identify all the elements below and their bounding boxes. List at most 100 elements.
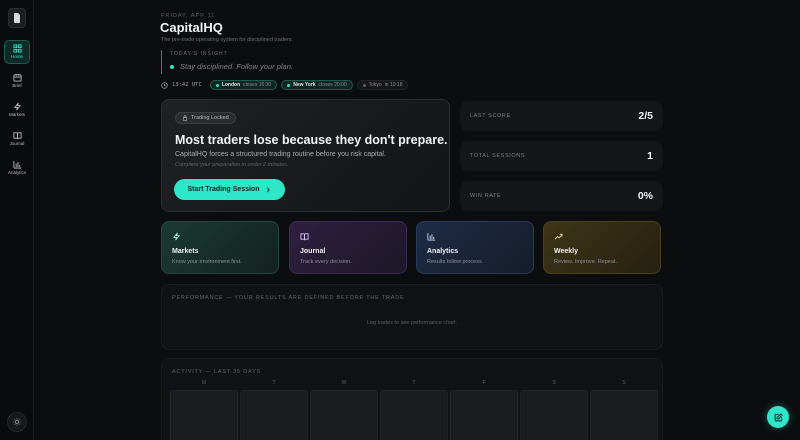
market-status: in 10:18 bbox=[384, 82, 403, 88]
activity-weekday-labels: M T W T F S S bbox=[170, 380, 658, 386]
activity-grid bbox=[170, 390, 658, 440]
performance-panel: PERFORMANCE — YOUR RESULTS ARE DEFINED B… bbox=[161, 284, 663, 350]
edit-icon bbox=[774, 412, 783, 421]
sidebar-item-label: Markets bbox=[8, 112, 25, 118]
chevron-right-icon bbox=[267, 187, 271, 192]
status-dot bbox=[215, 83, 219, 87]
lock-icon bbox=[182, 115, 188, 121]
trading-locked-badge: Trading Locked bbox=[175, 112, 236, 124]
sidebar-item-label: Brief bbox=[12, 83, 22, 89]
sidebar-item-brief[interactable]: Brief bbox=[4, 69, 30, 93]
sidebar-item-label: Home bbox=[10, 54, 23, 60]
feature-description: Review. Improve. Repeat. bbox=[554, 259, 617, 265]
bolt-icon bbox=[172, 232, 181, 241]
page-title: CapitalHQ bbox=[160, 20, 223, 35]
market-status: closes 20:00 bbox=[318, 82, 347, 88]
book-icon bbox=[12, 132, 22, 140]
stat-label: WIN RATE bbox=[470, 193, 502, 199]
weekday-label: M bbox=[201, 380, 207, 386]
feature-card-analytics[interactable]: Analytics Results follow process. bbox=[416, 221, 534, 274]
activity-panel: ACTIVITY — LAST 35 DAYS M T W T F S S bbox=[161, 358, 663, 440]
stat-label: TOTAL SESSIONS bbox=[470, 153, 526, 159]
grid-icon bbox=[12, 44, 22, 53]
stat-last-score: LAST SCORE 2/5 bbox=[460, 101, 663, 131]
theme-toggle-button[interactable] bbox=[7, 412, 27, 432]
sidebar-item-analytics[interactable]: Analytics bbox=[4, 156, 30, 180]
performance-title: PERFORMANCE — YOUR RESULTS ARE DEFINED B… bbox=[172, 295, 405, 301]
market-sessions: 13:42 UTC London closes 16:30 New York c… bbox=[161, 80, 409, 90]
feature-title: Analytics bbox=[427, 248, 459, 255]
hero-note: Complete your preparation in under 2 min… bbox=[175, 162, 289, 168]
market-status: closes 16:30 bbox=[243, 82, 272, 88]
feature-title: Markets bbox=[172, 248, 199, 255]
feature-title: Journal bbox=[300, 248, 326, 255]
feature-card-markets[interactable]: Markets Know your environment first. bbox=[161, 221, 279, 274]
market-name: Tokyo bbox=[368, 82, 382, 88]
bolt-icon bbox=[13, 102, 21, 111]
weekday-label: S bbox=[552, 380, 556, 386]
weekday-label: W bbox=[341, 380, 347, 386]
bar-chart-icon bbox=[12, 161, 21, 169]
clock-icon bbox=[161, 81, 168, 89]
stat-value: 1 bbox=[647, 150, 653, 162]
weekday-label: T bbox=[272, 380, 276, 386]
sidebar-item-label: Analytics bbox=[7, 170, 26, 176]
activity-cell bbox=[240, 390, 308, 440]
insight-label: TODAY'S INSIGHT bbox=[170, 51, 228, 57]
activity-cell bbox=[590, 390, 658, 440]
market-pill-tokyo[interactable]: Tokyo in 10:18 bbox=[356, 80, 409, 90]
market-pill-new-york[interactable]: New York closes 20:00 bbox=[281, 80, 353, 90]
sidebar-item-markets[interactable]: Markets bbox=[4, 98, 30, 122]
activity-cell bbox=[380, 390, 448, 440]
market-pill-london[interactable]: London closes 16:30 bbox=[209, 80, 278, 90]
insight-text: Stay disciplined. Follow your plan. bbox=[180, 62, 293, 71]
performance-empty-state: Log trades to see performance chart. bbox=[366, 320, 458, 326]
market-name: New York bbox=[293, 82, 316, 88]
sidebar-item-home[interactable]: Home bbox=[4, 40, 30, 64]
insight-dot bbox=[170, 64, 174, 69]
todays-insight: TODAY'S INSIGHT Stay disciplined. Follow… bbox=[161, 50, 293, 74]
app-logo[interactable] bbox=[8, 8, 26, 28]
activity-cell bbox=[170, 390, 238, 440]
current-date: FRIDAY, APR 11 bbox=[161, 13, 216, 19]
feature-title: Weekly bbox=[554, 248, 578, 255]
bar-chart-icon bbox=[427, 232, 436, 241]
sidebar-item-journal[interactable]: Journal bbox=[4, 127, 30, 151]
button-label: Start Trading Session bbox=[187, 186, 260, 193]
feature-card-journal[interactable]: Journal Track every decision. bbox=[289, 221, 407, 274]
activity-cell bbox=[520, 390, 588, 440]
quick-note-button[interactable] bbox=[767, 406, 789, 428]
sidebar-item-label: Journal bbox=[9, 141, 25, 147]
sun-icon bbox=[13, 418, 21, 426]
feature-card-weekly[interactable]: Weekly Review. Improve. Repeat. bbox=[543, 221, 661, 274]
weekday-label: F bbox=[482, 380, 486, 386]
feature-description: Track every decision. bbox=[300, 259, 352, 265]
start-trading-session-button[interactable]: Start Trading Session bbox=[174, 179, 285, 200]
status-dot bbox=[362, 83, 366, 87]
insight-row: Stay disciplined. Follow your plan. bbox=[170, 62, 293, 71]
trending-up-icon bbox=[554, 233, 563, 240]
activity-cell bbox=[450, 390, 518, 440]
stat-win-rate: WIN RATE 0% bbox=[460, 181, 663, 211]
sidebar: Home Brief Markets Journal Analytics bbox=[0, 0, 34, 440]
feature-description: Know your environment first. bbox=[172, 259, 242, 265]
book-icon bbox=[300, 233, 309, 241]
hero-card: Trading Locked Most traders lose because… bbox=[161, 99, 450, 212]
hero-headline: Most traders lose because they don't pre… bbox=[175, 133, 448, 147]
status-dot bbox=[287, 83, 291, 87]
weekday-label: T bbox=[412, 380, 416, 386]
badge-label: Trading Locked bbox=[191, 115, 229, 121]
stat-value: 2/5 bbox=[638, 110, 653, 122]
hero-subtext: CapitalHQ forces a structured trading ro… bbox=[175, 151, 386, 158]
calendar-icon bbox=[12, 74, 22, 82]
activity-cell bbox=[310, 390, 378, 440]
market-name: London bbox=[221, 82, 241, 88]
weekday-label: S bbox=[622, 380, 626, 386]
utc-time: 13:42 UTC bbox=[172, 82, 202, 88]
page-subtitle: The pre-trade operating system for disci… bbox=[161, 37, 294, 43]
stat-value: 0% bbox=[637, 190, 653, 202]
feature-description: Results follow process. bbox=[427, 259, 484, 265]
activity-title: ACTIVITY — LAST 35 DAYS bbox=[172, 369, 262, 375]
stat-total-sessions: TOTAL SESSIONS 1 bbox=[460, 141, 663, 171]
stat-label: LAST SCORE bbox=[470, 113, 511, 119]
